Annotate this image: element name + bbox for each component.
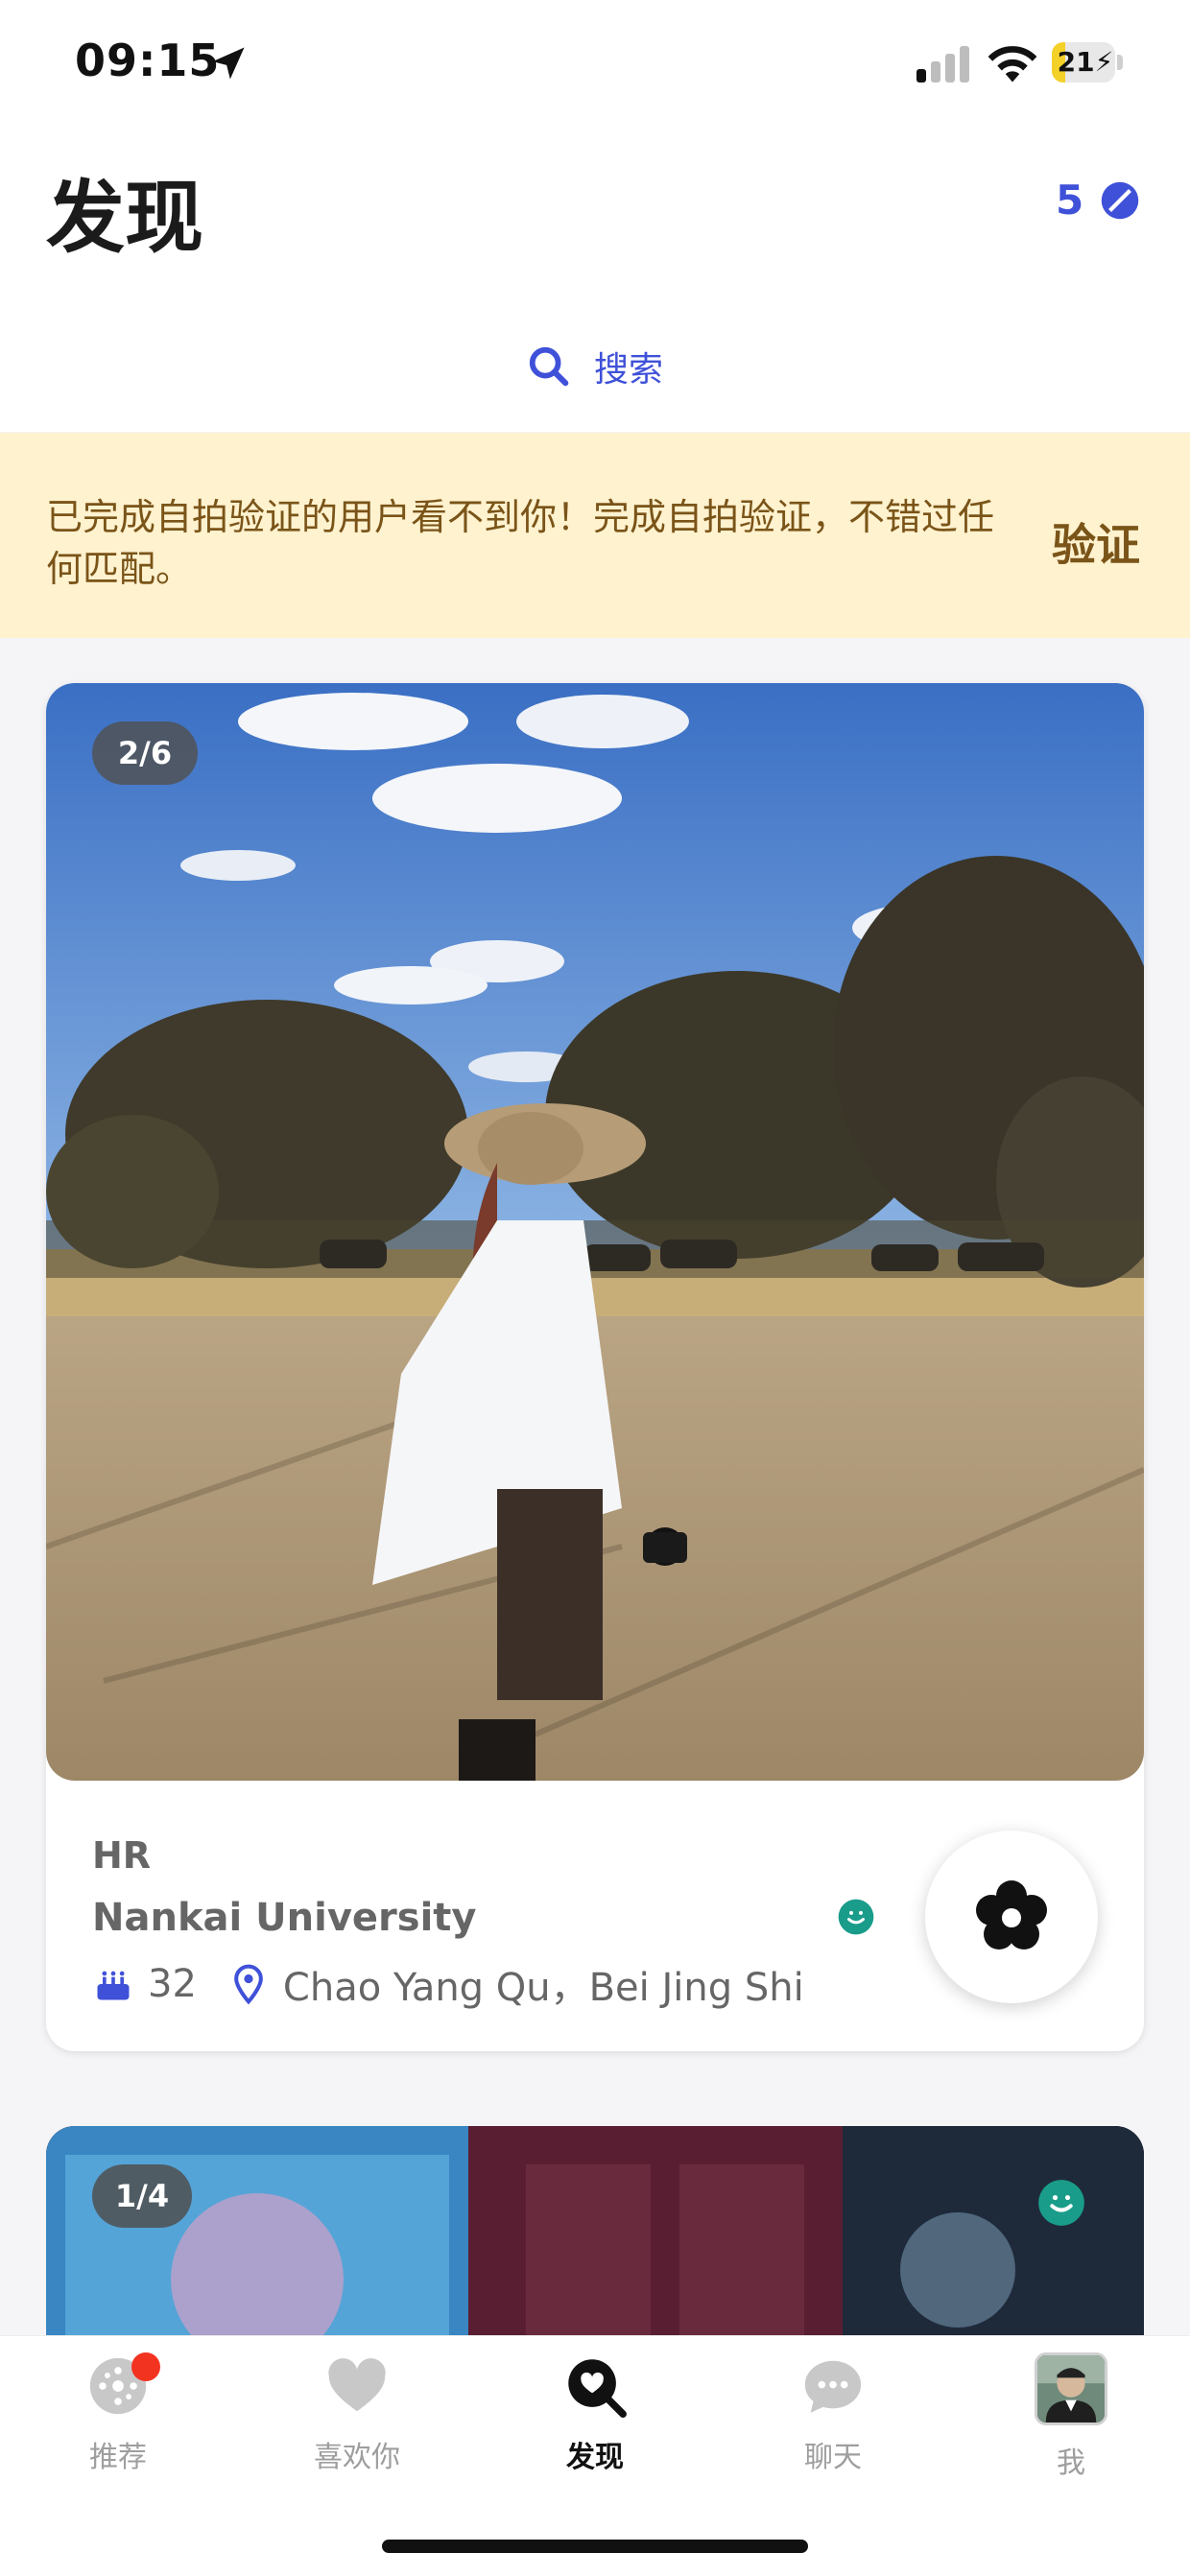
send-flower-button[interactable]: [925, 1831, 1098, 2003]
banner-message: 已完成自拍验证的用户看不到你！完成自拍验证，不错过任何匹配。: [46, 496, 995, 590]
location-pin-icon: [234, 1964, 263, 2005]
pill-icon[interactable]: [1100, 180, 1140, 221]
tab-me[interactable]: 我: [994, 2352, 1148, 2480]
photo-counter: 2/6: [92, 721, 198, 785]
page-title: 发现: [46, 173, 204, 264]
tab-likes-you[interactable]: 喜欢你: [280, 2352, 434, 2477]
photo-counter-2: 1/4: [92, 2164, 192, 2228]
battery-indicator: 21⚡: [1052, 42, 1123, 83]
tab-label-me: 我: [1057, 2446, 1085, 2480]
face-verified-icon-2: [1038, 2180, 1084, 2226]
profile-location: Chao Yang Qu，Bei Jing Shi: [282, 1966, 804, 2010]
credits-count[interactable]: 5: [1056, 177, 1083, 224]
verify-button[interactable]: 验证: [1052, 510, 1140, 574]
status-time: 09:15: [75, 35, 221, 86]
profile-job: HR: [92, 1834, 152, 1877]
tab-label-chat: 聊天: [804, 2441, 862, 2474]
home-indicator: [382, 2540, 808, 2553]
discover-heart-search-icon: [568, 2359, 627, 2418]
tab-discover[interactable]: 发现: [518, 2352, 672, 2477]
face-verified-icon: [838, 1899, 874, 1935]
profile-photo[interactable]: [46, 683, 1144, 1781]
profile-age: 32: [148, 1962, 197, 2006]
notification-dot: [131, 2352, 160, 2381]
tab-label-discover: 发现: [566, 2441, 624, 2474]
flower-icon: [976, 1880, 1047, 1950]
cake-icon: [97, 1971, 130, 2000]
cellular-signal-icon: [916, 46, 969, 83]
location-arrow-icon: [212, 47, 245, 80]
search-label: 搜索: [593, 350, 663, 390]
battery-percent: 21: [1057, 46, 1095, 78]
search-icon: [529, 346, 569, 387]
tab-label-likes-you: 喜欢你: [314, 2441, 400, 2474]
tab-chat[interactable]: 聊天: [756, 2352, 910, 2477]
chat-bubble-icon: [804, 2360, 862, 2413]
profile-school: Nankai University: [92, 1896, 477, 1940]
tab-recommend[interactable]: 推荐: [41, 2352, 195, 2477]
tab-label-recommend: 推荐: [89, 2441, 147, 2474]
battery-charging-icon: ⚡: [1094, 46, 1114, 78]
search-button[interactable]: 搜索: [0, 331, 1190, 402]
avatar: [1035, 2352, 1107, 2425]
wifi-icon: [988, 46, 1037, 83]
heart-icon: [328, 2358, 386, 2412]
profile-meta: 32 Chao Yang Qu，Bei Jing Shi: [92, 1957, 804, 2011]
